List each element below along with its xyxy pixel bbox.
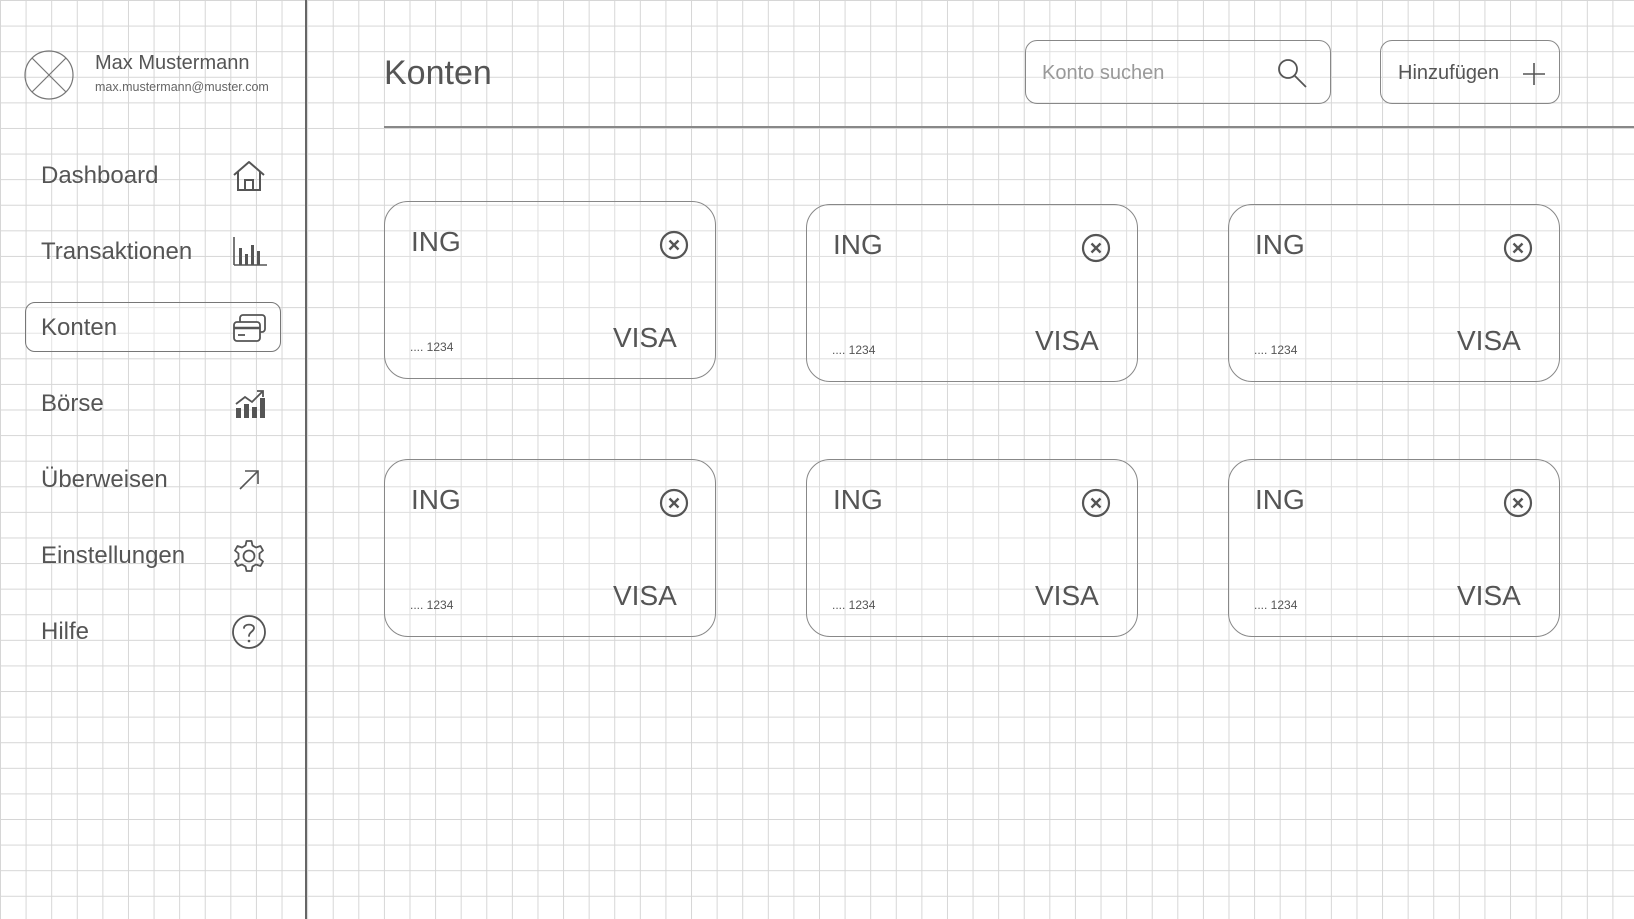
card-bank-name: ING xyxy=(833,484,883,515)
user-profile[interactable]: Max Mustermann max.mustermann@muster.com xyxy=(24,50,304,102)
card-bank-name: ING xyxy=(1255,484,1305,515)
account-card[interactable]: ING .... 1234 VISA xyxy=(384,459,716,637)
card-brand: VISA xyxy=(613,580,677,611)
close-icon[interactable] xyxy=(659,488,689,518)
card-number: .... 1234 xyxy=(410,340,454,354)
account-card[interactable]: ING .... 1234 VISA xyxy=(1228,459,1560,637)
sidebar-item-boerse[interactable]: Börse xyxy=(25,378,281,428)
card-number: .... 1234 xyxy=(1254,598,1298,612)
home-icon xyxy=(231,158,267,194)
add-button-label: Hinzufügen xyxy=(1398,62,1500,84)
card-brand: VISA xyxy=(1457,580,1521,611)
sidebar-item-label: Einstellungen xyxy=(41,542,186,569)
card-number: .... 1234 xyxy=(1254,343,1298,357)
account-card[interactable]: ING .... 1234 VISA xyxy=(806,459,1138,637)
card-brand: VISA xyxy=(1457,325,1521,356)
header-divider xyxy=(384,126,1634,128)
sidebar-divider xyxy=(305,0,307,919)
account-card[interactable]: ING .... 1234 VISA xyxy=(1228,204,1560,382)
avatar xyxy=(24,50,74,100)
card-number: .... 1234 xyxy=(832,343,876,357)
sidebar-item-transaktionen[interactable]: Transaktionen xyxy=(25,226,281,276)
card-number: .... 1234 xyxy=(410,598,454,612)
sidebar-item-hilfe[interactable]: Hilfe xyxy=(25,606,281,656)
avatar-placeholder-icon xyxy=(24,50,74,100)
sidebar-item-ueberweisen[interactable]: Überweisen xyxy=(25,454,281,504)
bar-chart-icon xyxy=(231,234,267,270)
arrow-up-right-icon xyxy=(231,462,267,498)
card-bank-name: ING xyxy=(411,484,461,515)
card-brand: VISA xyxy=(1035,580,1099,611)
page-title: Konten xyxy=(384,54,492,92)
add-account-button[interactable]: Hinzufügen xyxy=(1380,40,1560,104)
account-card[interactable]: ING .... 1234 VISA xyxy=(384,201,716,379)
help-circle-icon xyxy=(231,614,267,650)
close-icon[interactable] xyxy=(1503,488,1533,518)
sidebar-item-label: Transaktionen xyxy=(41,238,193,265)
card-brand: VISA xyxy=(613,322,677,353)
sidebar-item-label: Überweisen xyxy=(41,466,168,493)
card-bank-name: ING xyxy=(1255,229,1305,260)
card-bank-name: ING xyxy=(411,226,461,257)
user-email: max.mustermann@muster.com xyxy=(95,80,269,94)
sidebar-item-dashboard[interactable]: Dashboard xyxy=(25,150,281,200)
close-icon[interactable] xyxy=(1503,233,1533,263)
close-icon[interactable] xyxy=(659,230,689,260)
sidebar-item-konten[interactable]: Konten xyxy=(25,302,281,352)
sidebar-item-einstellungen[interactable]: Einstellungen xyxy=(25,530,281,580)
sidebar-item-label: Konten xyxy=(41,314,118,341)
close-icon[interactable] xyxy=(1081,488,1111,518)
card-bank-name: ING xyxy=(833,229,883,260)
search-input[interactable] xyxy=(1042,59,1262,87)
sidebar-item-label: Hilfe xyxy=(41,618,90,645)
account-card[interactable]: ING .... 1234 VISA xyxy=(806,204,1138,382)
card-number: .... 1234 xyxy=(832,598,876,612)
gear-icon xyxy=(231,538,267,574)
close-icon[interactable] xyxy=(1081,233,1111,263)
sidebar-item-label: Dashboard xyxy=(41,162,159,189)
card-brand: VISA xyxy=(1035,325,1099,356)
credit-cards-icon xyxy=(231,310,267,346)
search-icon[interactable] xyxy=(1276,57,1308,89)
user-name: Max Mustermann xyxy=(95,52,250,74)
search-box xyxy=(1025,40,1331,104)
sidebar-item-label: Börse xyxy=(41,390,104,417)
plus-icon xyxy=(1521,61,1547,87)
stock-chart-icon xyxy=(231,386,267,422)
